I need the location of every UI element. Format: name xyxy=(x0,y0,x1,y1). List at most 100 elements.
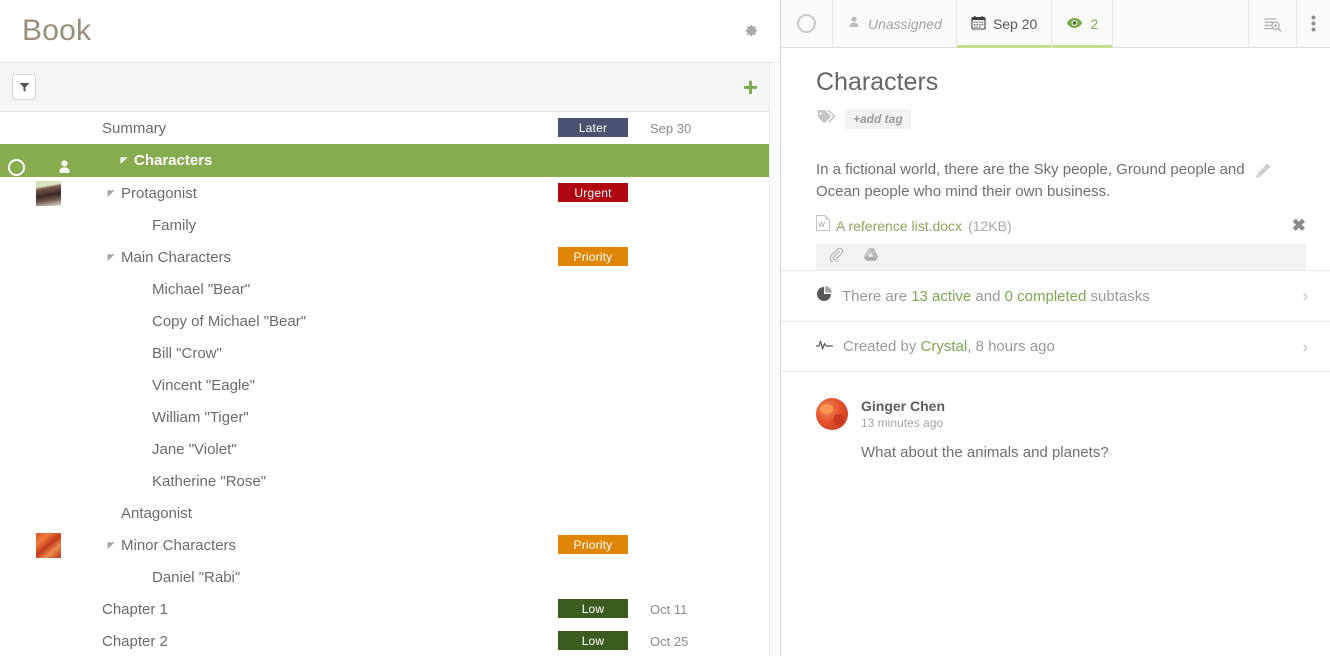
detail-header-spacer xyxy=(1113,0,1249,47)
paperclip-icon[interactable] xyxy=(828,247,844,267)
task-row[interactable]: Main Characters Priority xyxy=(0,241,780,273)
add-tag-button[interactable]: +add tag xyxy=(845,109,911,129)
task-tree-pane: Book + Summary Later Sep 30CharactersSep 2… xyxy=(0,0,781,656)
task-row[interactable]: Bill "Crow" xyxy=(0,337,780,369)
task-title: Bill "Crow" xyxy=(152,344,222,362)
row-gutter xyxy=(0,273,86,305)
task-title: Katherine "Rose" xyxy=(152,472,267,490)
avatar xyxy=(36,533,61,558)
status-circle-icon xyxy=(797,14,816,33)
row-gutter xyxy=(0,112,86,144)
row-label-wrap: Antagonist xyxy=(86,505,780,522)
task-title: Characters xyxy=(134,152,213,169)
task-title: Protagonist xyxy=(121,184,197,202)
attachment-name[interactable]: A reference list.docx xyxy=(836,218,962,234)
task-row[interactable]: Protagonist Urgent xyxy=(0,177,780,209)
collapse-triangle-icon[interactable] xyxy=(105,253,118,262)
project-header: Book xyxy=(0,0,780,63)
row-gutter xyxy=(0,241,86,273)
remove-attachment-icon[interactable]: ✖ xyxy=(1292,216,1306,236)
row-gutter xyxy=(0,433,86,465)
priority-badge[interactable]: Low xyxy=(558,599,628,618)
task-row[interactable]: Chapter 1 Low Oct 11 xyxy=(0,593,780,625)
row-label-wrap: Daniel "Rabi" xyxy=(86,569,780,586)
row-label-wrap: Protagonist xyxy=(86,185,780,202)
task-row[interactable]: Summary Later Sep 30 xyxy=(0,112,780,144)
row-label-wrap: Bill "Crow" xyxy=(86,345,780,362)
calendar-icon xyxy=(971,15,986,33)
priority-badge[interactable]: Low xyxy=(558,631,628,650)
status-circle-icon[interactable] xyxy=(8,159,25,176)
row-gutter xyxy=(0,401,86,433)
priority-badge[interactable]: Urgent xyxy=(558,183,628,202)
task-row[interactable]: Daniel "Rabi" xyxy=(0,561,780,593)
detail-title: Characters xyxy=(816,68,939,96)
kebab-menu-icon[interactable] xyxy=(1297,0,1330,47)
avatar xyxy=(816,398,848,430)
task-row[interactable]: William "Tiger" xyxy=(0,401,780,433)
attachment-dropzone xyxy=(816,244,1306,270)
due-date[interactable]: Sep 30 xyxy=(650,112,691,144)
priority-badge[interactable]: Priority xyxy=(558,535,628,554)
pencil-icon[interactable] xyxy=(1254,159,1271,185)
task-title: Minor Characters xyxy=(121,536,237,554)
search-in-document-icon[interactable] xyxy=(1249,0,1297,47)
google-drive-icon[interactable] xyxy=(863,247,879,267)
task-row-selected[interactable]: CharactersSep 20+ xyxy=(0,144,780,177)
row-label-wrap: Vincent "Eagle" xyxy=(86,377,780,394)
due-date[interactable]: Oct 11 xyxy=(650,593,687,625)
due-date[interactable]: Oct 25 xyxy=(650,625,688,656)
priority-badge[interactable]: Priority xyxy=(558,247,628,266)
assignee-tab[interactable]: Unassigned xyxy=(833,0,957,47)
row-label-wrap: Family xyxy=(86,217,780,234)
task-row[interactable]: Vincent "Eagle" xyxy=(0,369,780,401)
filter-icon[interactable] xyxy=(12,74,36,100)
row-label-wrap: Minor Characters xyxy=(86,537,780,554)
due-date-label: Sep 20 xyxy=(992,15,1038,32)
task-title: Vincent "Eagle" xyxy=(152,376,255,394)
priority-badge[interactable]: Later xyxy=(558,118,628,137)
task-row[interactable]: Antagonist xyxy=(0,497,780,529)
due-date-tab[interactable]: Sep 20 xyxy=(956,0,1053,48)
task-detail-pane: Unassigned Sep 20 2 Characters +add tag … xyxy=(781,0,1330,656)
tree-scrollbar[interactable] xyxy=(769,63,780,656)
chevron-right-icon[interactable]: › xyxy=(1302,286,1308,306)
task-row[interactable]: Family xyxy=(0,209,780,241)
row-gutter xyxy=(0,465,86,497)
task-row[interactable]: Minor Characters Priority xyxy=(0,529,780,561)
chevron-right-icon[interactable]: › xyxy=(1302,337,1308,357)
comment-author: Ginger Chen xyxy=(861,398,946,414)
subtasks-summary-text: There are 13 active and 0 completed subt… xyxy=(842,288,1292,305)
add-task-button[interactable]: + xyxy=(743,74,766,100)
status-toggle[interactable] xyxy=(781,0,833,47)
pie-chart-icon xyxy=(816,286,832,306)
gear-icon[interactable] xyxy=(736,16,766,46)
row-gutter xyxy=(0,369,86,401)
subtasks-summary-row[interactable]: There are 13 active and 0 completed subt… xyxy=(781,270,1330,321)
task-row[interactable]: Copy of Michael "Bear" xyxy=(0,305,780,337)
comment-item: Ginger Chen 13 minutes ago What about th… xyxy=(781,372,1330,461)
subtasks-suffix: subtasks xyxy=(1086,287,1150,305)
task-title: Antagonist xyxy=(121,504,192,522)
watchers-tab[interactable]: 2 xyxy=(1052,0,1114,48)
task-row[interactable]: Chapter 2 Low Oct 25 xyxy=(0,625,780,656)
task-row[interactable]: Katherine "Rose" xyxy=(0,465,780,497)
collapse-triangle-icon[interactable] xyxy=(105,189,118,198)
description-text: In a fictional world, there are the Sky … xyxy=(816,161,1245,200)
row-gutter xyxy=(0,337,86,369)
row-gutter xyxy=(0,497,86,529)
collapse-triangle-icon[interactable] xyxy=(105,541,118,550)
row-label-wrap: Copy of Michael "Bear" xyxy=(86,313,780,330)
attachment-size: (12KB) xyxy=(968,217,1012,234)
task-title: Summary xyxy=(102,119,167,137)
row-gutter xyxy=(0,529,86,561)
task-row[interactable]: Michael "Bear" xyxy=(0,273,780,305)
assignee-label: Unassigned xyxy=(868,15,942,32)
person-icon xyxy=(847,15,861,32)
row-gutter xyxy=(0,593,86,625)
collapse-triangle-icon[interactable] xyxy=(118,156,131,165)
row-gutter xyxy=(0,177,86,209)
activity-summary-row[interactable]: Created by Crystal, 8 hours ago › xyxy=(781,321,1330,372)
row-gutter xyxy=(0,209,86,241)
task-row[interactable]: Jane "Violet" xyxy=(0,433,780,465)
